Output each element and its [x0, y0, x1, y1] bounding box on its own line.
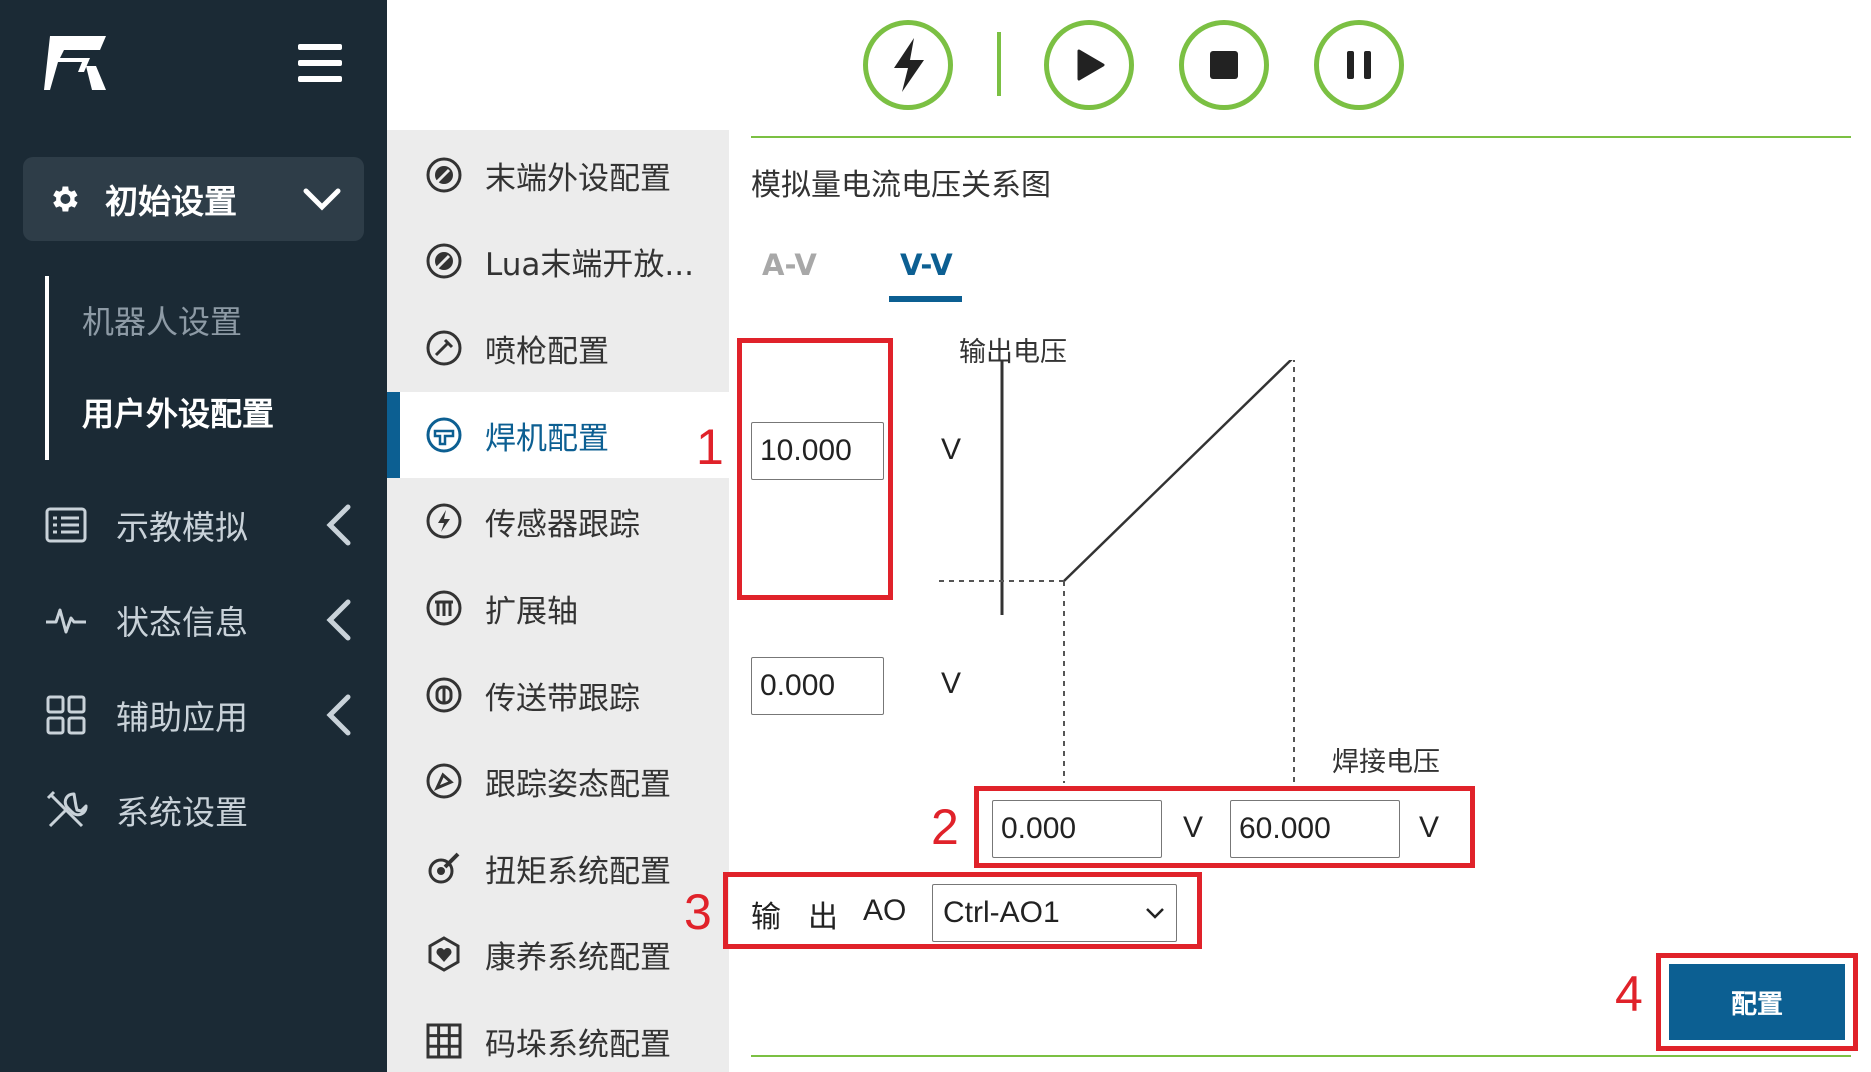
tool-end-icon [426, 243, 462, 279]
chevron-left-icon [326, 504, 351, 546]
menu-item-label: 码垛系统配置 [485, 1026, 671, 1063]
menu-item-welder[interactable]: 焊机配置 [387, 392, 729, 478]
top-divider [751, 136, 1851, 138]
peripheral-menu: 末端外设配置 Lua末端开放... 喷枪配置 焊机配置 传感器跟踪 扩展轴 传送… [387, 130, 729, 1072]
sidebar-item-system-settings[interactable]: 系统设置 [44, 785, 354, 835]
gear-icon [53, 186, 78, 212]
pulse-icon [46, 608, 86, 634]
sensor-icon [426, 503, 462, 539]
menu-item-label: 康养系统配置 [485, 939, 671, 976]
y-axis-label: 输出电压 [959, 337, 1067, 368]
palletizing-grid-icon [426, 1023, 462, 1059]
panel-title: 模拟量电流电压关系图 [751, 168, 1051, 203]
nav-label: 辅助应用 [116, 698, 248, 737]
unit-label: V [941, 667, 962, 700]
stop-button[interactable] [1179, 20, 1269, 110]
chevron-left-icon [326, 694, 351, 736]
menu-item-palletizing[interactable]: 码垛系统配置 [387, 998, 729, 1072]
conveyor-icon [426, 677, 462, 713]
list-icon [45, 507, 87, 543]
unit-label: V [1419, 811, 1440, 844]
config-button[interactable]: 配置 [1669, 964, 1845, 1040]
menu-item-label: 扩展轴 [485, 593, 578, 630]
sidebar-item-user-peripheral[interactable]: 用户外设配置 [82, 389, 274, 435]
chevron-down-icon [303, 188, 341, 211]
welding-voltage-min-input[interactable] [992, 800, 1162, 858]
menu-item-tracking-pose[interactable]: 跟踪姿态配置 [387, 738, 729, 824]
menu-item-label: 末端外设配置 [485, 160, 671, 197]
menu-item-sensor-tracking[interactable]: 传感器跟踪 [387, 478, 729, 564]
x-axis-label: 焊接电压 [1332, 747, 1440, 778]
lightning-icon [894, 38, 924, 92]
toolbar [387, 0, 1871, 130]
unit-label: V [941, 433, 962, 466]
output-label-ao: AO [863, 894, 907, 927]
menu-item-label: Lua末端开放... [485, 246, 694, 283]
menu-toggle-button[interactable] [298, 44, 342, 82]
toolbar-separator [997, 32, 1001, 96]
sidebar-item-robot-settings[interactable]: 机器人设置 [82, 297, 242, 343]
menu-item-conveyor-tracking[interactable]: 传送带跟踪 [387, 652, 729, 738]
chevron-down-icon [1146, 908, 1164, 919]
marker-1: 1 [696, 419, 724, 475]
output-voltage-min-input[interactable] [751, 657, 884, 715]
menu-item-label: 喷枪配置 [485, 333, 609, 370]
sidebar-item-status-info[interactable]: 状态信息 [44, 595, 354, 645]
pause-button[interactable] [1314, 20, 1404, 110]
logo-icon [44, 36, 106, 90]
chevron-left-icon [326, 599, 351, 641]
menu-item-label: 扭矩系统配置 [485, 853, 671, 890]
play-icon [1077, 49, 1105, 81]
sidebar: 初始设置 机器人设置 用户外设配置 示教模拟 状态信息 辅助应用 系统设置 [0, 0, 387, 1072]
pause-icon [1347, 51, 1371, 79]
ao-output-value: Ctrl-AO1 [943, 896, 1060, 929]
stop-icon [1210, 51, 1238, 79]
menu-item-lua-end[interactable]: Lua末端开放... [387, 218, 729, 304]
tool-end-icon [426, 157, 462, 193]
output-label-char-2: 出 [808, 901, 838, 934]
menu-item-label: 焊机配置 [485, 420, 609, 457]
tab-active-underline [889, 296, 962, 302]
app-root: 初始设置 机器人设置 用户外设配置 示教模拟 状态信息 辅助应用 系统设置 末端… [0, 0, 1871, 1072]
tools-icon [46, 790, 88, 828]
tab-v-v[interactable]: V-V [900, 248, 953, 282]
welder-config-panel: 模拟量电流电压关系图 A-V V-V 输出电压 焊接电压 1 V V [684, 130, 1871, 1072]
power-button[interactable] [863, 20, 953, 110]
relation-line [1063, 360, 1293, 582]
sidebar-item-aux-apps[interactable]: 辅助应用 [44, 690, 354, 740]
grid-icon [46, 695, 86, 735]
tracking-pose-icon [426, 763, 462, 799]
menu-item-torque-system[interactable]: 扭矩系统配置 [387, 825, 729, 911]
health-icon [428, 936, 460, 972]
marker-3: 3 [684, 884, 712, 940]
ao-output-select[interactable]: Ctrl-AO1 [932, 884, 1177, 942]
spray-gun-icon [426, 330, 462, 366]
bottom-divider [751, 1055, 1851, 1057]
torque-icon [428, 852, 460, 884]
output-label-char-1: 输 [751, 901, 781, 934]
nav-group-label: 初始设置 [105, 182, 237, 221]
output-voltage-max-input[interactable] [751, 422, 884, 480]
unit-label: V [1183, 811, 1204, 844]
extension-axis-icon [426, 590, 462, 626]
menu-item-extension-axis[interactable]: 扩展轴 [387, 565, 729, 651]
marker-2: 2 [931, 799, 959, 855]
menu-item-label: 传感器跟踪 [485, 506, 640, 543]
marker-4: 4 [1615, 966, 1643, 1022]
submenu-indicator [45, 276, 49, 460]
welding-voltage-max-input[interactable] [1230, 800, 1400, 858]
nav-label: 系统设置 [116, 793, 248, 832]
tab-a-v[interactable]: A-V [762, 248, 817, 282]
menu-item-health-system[interactable]: 康养系统配置 [387, 911, 729, 997]
nav-label: 状态信息 [116, 603, 248, 642]
menu-item-end-peripheral[interactable]: 末端外设配置 [387, 132, 729, 218]
nav-label: 示教模拟 [116, 508, 248, 547]
play-button[interactable] [1044, 20, 1134, 110]
menu-item-label: 传送带跟踪 [485, 680, 640, 717]
welder-icon [426, 417, 462, 453]
nav-group-initial-settings[interactable]: 初始设置 [23, 157, 364, 241]
sidebar-item-teach-sim[interactable]: 示教模拟 [44, 500, 354, 550]
menu-item-label: 跟踪姿态配置 [485, 766, 671, 803]
menu-item-spray-gun[interactable]: 喷枪配置 [387, 305, 729, 391]
